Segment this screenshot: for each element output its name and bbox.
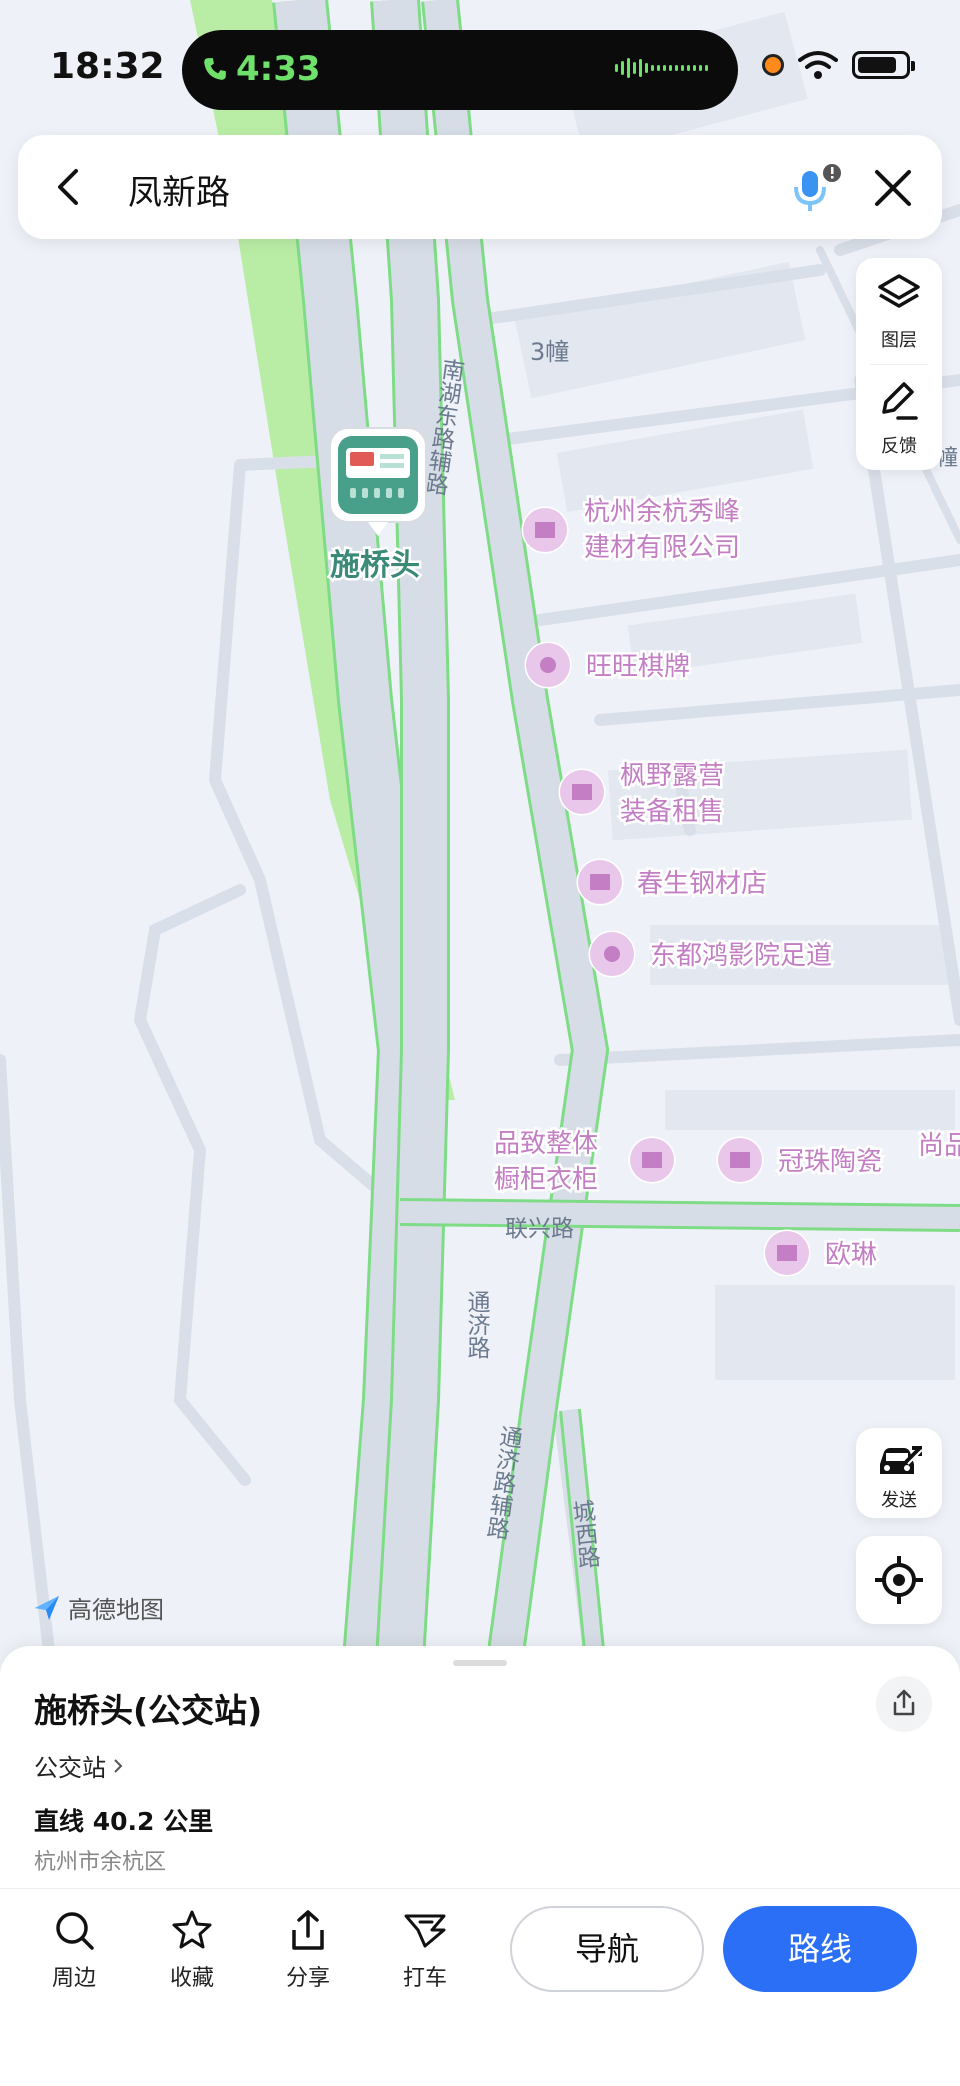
map-canvas[interactable]: 南湖东路辅路 联兴路 通济路 通济路辅路 城西路 3幢 幢 施桥头 杭州余杭秀峰… — [0, 0, 960, 1660]
dynamic-island[interactable]: 4:33 — [182, 30, 738, 110]
poi-shangpin[interactable]: 尚品 — [916, 1129, 960, 1164]
svg-text:橱柜衣柜: 橱柜衣柜 — [494, 1165, 598, 1195]
poi-detail-sheet: 施桥头(公交站) 公交站 直线 40.2 公里 杭州市余杭区 周边 收藏 分享 — [0, 1646, 960, 2086]
share-icon — [893, 1689, 915, 1716]
search-bar[interactable]: 凤新路 — [18, 135, 942, 239]
call-timer: 4:33 — [236, 49, 321, 89]
status-bar: 18:32 4:33 — [0, 0, 960, 130]
layers-icon — [878, 274, 920, 308]
svg-text:枫野露营: 枫野露营 — [620, 761, 724, 791]
taxi-icon — [404, 1914, 446, 1948]
share-action-button[interactable]: 分享 — [268, 1908, 348, 1992]
star-icon — [172, 1910, 212, 1949]
feedback-button[interactable]: 反馈 — [856, 364, 942, 470]
wifi-icon — [798, 51, 838, 79]
taxi-label: 打车 — [402, 1966, 447, 1991]
chevron-right-icon — [114, 1758, 123, 1773]
favorite-button[interactable]: 收藏 — [152, 1908, 232, 1992]
sheet-drag-handle[interactable] — [453, 1660, 507, 1666]
amap-logo-icon — [35, 1595, 59, 1620]
svg-text:尚品: 尚品 — [918, 1131, 960, 1161]
road-label-lianxing: 联兴路 — [505, 1216, 574, 1242]
nearby-button[interactable]: 周边 — [34, 1908, 114, 1992]
send-to-car-button[interactable]: 发送 — [856, 1428, 942, 1518]
svg-text:欧琳: 欧琳 — [825, 1240, 877, 1270]
poi-type-label: 公交站 — [34, 1754, 106, 1782]
layers-button[interactable]: 图层 — [856, 258, 942, 364]
bus-stop-marker[interactable] — [329, 427, 427, 536]
battery-icon — [852, 51, 915, 79]
map-tools-panel: 图层 反馈 — [856, 258, 942, 470]
microphone-icon[interactable] — [792, 161, 842, 215]
poi-district: 杭州市余杭区 — [34, 1850, 167, 1875]
send-label: 发送 — [881, 1490, 917, 1511]
svg-text:杭州余杭秀峰: 杭州余杭秀峰 — [584, 497, 740, 527]
edit-pencil-icon — [882, 382, 918, 420]
share-label: 分享 — [285, 1966, 330, 1991]
back-icon[interactable] — [48, 165, 92, 209]
audio-wave-icon — [615, 58, 708, 78]
navigate-button[interactable]: 导航 — [510, 1906, 704, 1992]
locate-me-button[interactable] — [856, 1536, 942, 1624]
recording-dot-icon — [762, 54, 784, 76]
taxi-button[interactable]: 打车 — [385, 1908, 465, 1992]
svg-text:旺旺棋牌: 旺旺棋牌 — [586, 652, 690, 682]
upload-share-icon — [292, 1910, 324, 1950]
selected-poi-label: 施桥头 — [330, 548, 420, 583]
svg-text:品致整体: 品致整体 — [494, 1129, 598, 1159]
search-icon — [56, 1912, 94, 1950]
svg-text:东都鸿影院足道: 东都鸿影院足道 — [650, 941, 832, 971]
svg-text:冠珠陶瓷: 冠珠陶瓷 — [778, 1147, 882, 1177]
poi-type[interactable]: 公交站 — [34, 1748, 124, 1783]
svg-text:春生钢材店: 春生钢材店 — [637, 869, 767, 899]
favorite-label: 收藏 — [169, 1966, 214, 1991]
status-time: 18:32 — [50, 46, 165, 87]
phone-icon — [204, 58, 226, 80]
svg-text:装备租售: 装备租售 — [620, 797, 724, 827]
poi-distance: 直线 40.2 公里 — [34, 1807, 214, 1836]
road-label-tongji: 通济路 — [463, 1290, 491, 1359]
nearby-label: 周边 — [51, 1966, 96, 1991]
share-button[interactable] — [876, 1676, 932, 1732]
brand-label: 高德地图 — [68, 1596, 164, 1624]
close-icon[interactable] — [872, 167, 914, 209]
poi-title: 施桥头(公交站) — [34, 1691, 263, 1730]
feedback-label: 反馈 — [881, 436, 917, 457]
locate-icon — [875, 1556, 923, 1604]
layers-label: 图层 — [881, 330, 917, 351]
svg-text:建材有限公司: 建材有限公司 — [584, 533, 740, 563]
search-query[interactable]: 凤新路 — [128, 165, 230, 214]
building-label: 3幢 — [530, 338, 569, 366]
car-send-icon — [880, 1446, 923, 1474]
map-brand: 高德地图 — [32, 1590, 164, 1625]
call-indicator: 4:33 — [202, 49, 321, 89]
route-button[interactable]: 路线 — [723, 1906, 917, 1992]
